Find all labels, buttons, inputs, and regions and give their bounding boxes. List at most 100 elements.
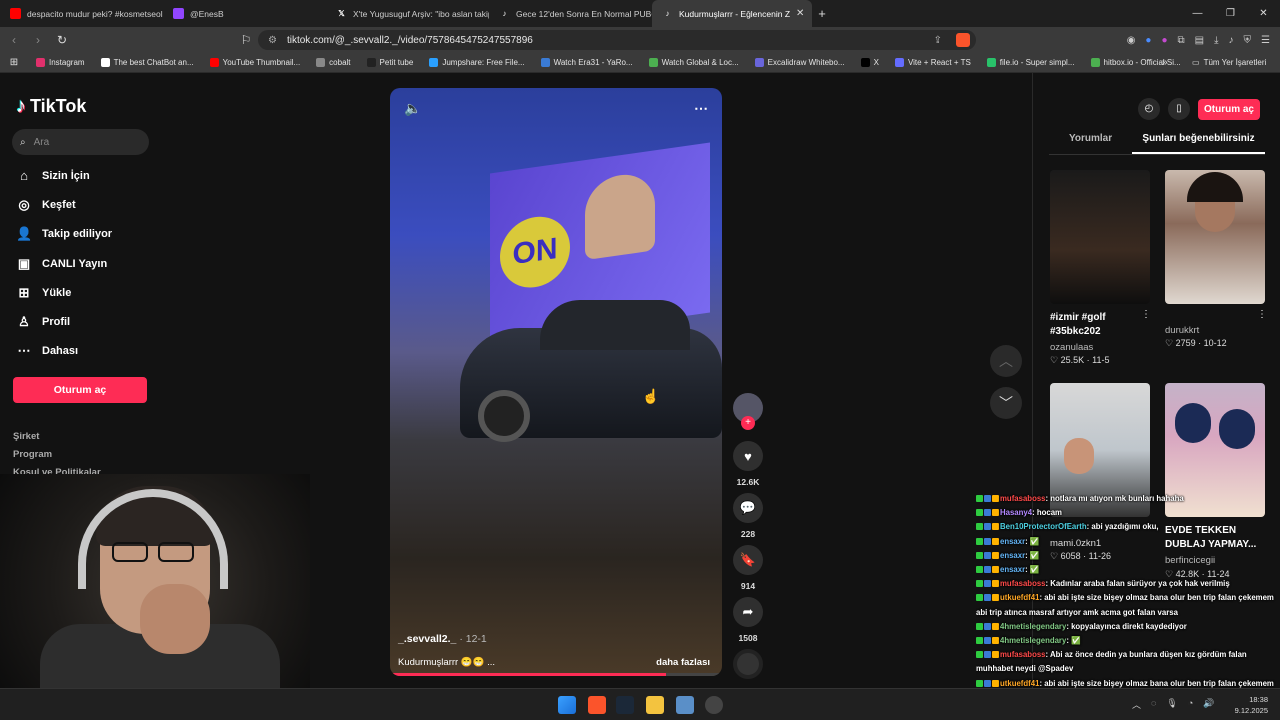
bookmark-item[interactable]: The best ChatBot an... [93,58,202,67]
tiktok-logo[interactable]: ♪ TikTok [16,95,86,118]
nav-item[interactable]: ▣ CANLI Yayın [16,256,107,272]
chat-username[interactable]: utkuefdf41 [1000,593,1039,602]
music-icon[interactable]: ♪ [1229,35,1234,46]
music-disc[interactable] [733,649,763,679]
chat-username[interactable]: utkuefdf41 [1000,679,1039,688]
close-tab-icon[interactable]: ✕ [796,8,804,19]
login-button[interactable]: Oturum aç [13,377,147,403]
extension-icon[interactable]: ● [1145,35,1151,46]
video-progress[interactable] [390,673,722,676]
next-video-button[interactable]: ﹀ [990,387,1022,419]
speaker-icon[interactable]: 🔊 [1203,698,1214,711]
nav-item[interactable]: 👤 Takip ediliyor [16,226,112,242]
menu-icon[interactable]: ☰ [1261,35,1270,46]
bookmarks-overflow[interactable]: » [1162,57,1168,68]
wifi-icon[interactable]: ◔ [1188,698,1193,711]
video-author[interactable]: _.sevvall2._ [398,633,456,645]
like-button[interactable]: ♥ 12.6K [733,441,763,487]
chat-username[interactable]: Hasany4 [1000,508,1032,517]
brave-browser-icon[interactable] [588,696,606,714]
bookmark-item[interactable]: Watch Global & Loc... [641,58,747,67]
more-link[interactable]: daha fazlası [656,657,710,668]
steam-icon[interactable] [616,696,634,714]
nav-item[interactable]: ⋯ Dahası [16,343,79,359]
chat-username[interactable]: mufasaboss [1000,650,1046,659]
search-input[interactable]: ⌕ Ara [12,129,149,155]
address-bar[interactable]: ⚙ tiktok.com/@_.sevvall2._/video/7578645… [258,30,976,50]
restore-icon[interactable]: ❐ [1214,0,1247,27]
browser-tab[interactable]: ♪ Kudurmuşlarrr - Eğlencenin Z ✕ [652,0,812,27]
chat-username[interactable]: ensaxr [1000,537,1025,546]
save-button[interactable]: 🔖 914 [733,545,763,591]
reload-icon[interactable]: ↻ [52,33,72,47]
back-icon[interactable]: ‹ [4,33,24,47]
brave-shield-icon[interactable] [956,33,970,47]
taskbar-clock[interactable]: 18:38 9.12.2025 [1235,694,1268,716]
share-button[interactable]: ➦ 1508 [733,597,763,643]
vpn-icon[interactable]: ⛨ [1244,35,1252,46]
browser-tab[interactable]: @EnesB [163,0,326,27]
bookmark-item[interactable]: Petit tube [359,58,422,67]
bookmark-item[interactable]: file.io - Super simpl... [979,58,1083,67]
download-icon[interactable]: ⤓ [1214,35,1218,46]
browser-tab[interactable]: ♪ Gece 12'den Sonra En Normal PUBG [489,0,653,27]
bookmark-item[interactable]: Excalidraw Whitebo... [747,58,853,67]
bookmark-item[interactable]: hitbox.io - Official Si... [1083,58,1189,67]
comment-button[interactable]: 💬 228 [733,493,763,539]
suggested-video-user[interactable]: durukkrt [1165,325,1199,336]
previous-video-button[interactable]: ︿ [990,345,1022,377]
video-more-icon[interactable]: ⋯ [694,100,708,117]
network-icon[interactable]: ◌ [1151,698,1156,711]
minimize-icon[interactable]: — [1181,0,1214,27]
mic-icon[interactable]: 🎙 [1166,698,1177,711]
chat-username[interactable]: Ben10ProtectorOfEarth [1000,522,1087,531]
bookmark-item[interactable]: X [853,58,887,67]
chat-username[interactable]: mufasaboss [1000,579,1046,588]
audio-icon[interactable]: ◉ [1127,35,1136,46]
bookmark-item[interactable]: Vite + React + TS [887,58,979,67]
video-options-icon[interactable]: ⋮ [1257,309,1267,320]
extension2-icon[interactable]: ● [1161,35,1167,46]
author-avatar[interactable]: + [733,393,763,430]
windows-start-icon[interactable] [558,696,576,714]
nav-item[interactable]: ⌂ Sizin İçin [16,168,90,183]
chat-username[interactable]: 4hmetislegendary [1000,622,1066,631]
video-player[interactable]: ON 🔈 ⋯ ☝ _.sevvall2._ · 12-1 Kudurmuşlar… [390,88,722,676]
follow-plus-icon[interactable]: + [741,416,755,430]
nav-item[interactable]: ◎ Keşfet [16,197,75,213]
nav-item[interactable]: ⊞ Yükle [16,285,72,301]
bookmark-item[interactable]: Instagram [28,58,93,67]
right-login-button[interactable]: Oturum aç [1197,98,1260,120]
video-options-icon[interactable]: ⋮ [1141,309,1151,320]
new-tab-button[interactable]: + [812,6,832,21]
suggested-video-title[interactable]: #izmir #golf #35bkc202 [1050,311,1150,339]
bookmark-item[interactable]: Jumpshare: Free File... [421,58,532,67]
coins-icon[interactable]: ◴ [1137,98,1160,120]
bookmark-item[interactable]: Watch Era31 - YaRo... [533,58,641,67]
phone-icon[interactable]: ▯ [1167,98,1190,120]
footer-link[interactable]: Şirket [13,431,39,442]
chat-username[interactable]: 4hmetislegendary [1000,636,1066,645]
suggested-video-thumb[interactable] [1050,170,1150,304]
tab-suggested[interactable]: Şunları beğenebilirsiniz [1132,133,1265,154]
site-info-icon[interactable]: ⚙ [268,35,277,46]
tray-expand-icon[interactable]: ︿ [1132,698,1141,711]
forward-icon[interactable]: › [28,33,48,47]
chat-username[interactable]: mufasaboss [1000,494,1046,503]
chat-username[interactable]: ensaxr [1000,551,1025,560]
sidebar-icon[interactable]: ▤ [1195,35,1204,46]
suggested-video-thumb[interactable] [1165,170,1265,304]
bookmark-item[interactable]: cobalt [308,58,358,67]
app-icon[interactable] [676,696,694,714]
extensions-icon[interactable]: ⧉ [1178,35,1185,46]
chat-username[interactable]: ensaxr [1000,565,1025,574]
bookmark-page-icon[interactable]: ⚐ [236,33,256,47]
browser-tab[interactable]: 𝕏 X'te Yugusuguf Arşiv: "ibo aslan takip [326,0,489,27]
bookmark-item[interactable]: YouTube Thumbnail... [202,58,309,67]
tab-comments[interactable]: Yorumlar [1049,133,1132,154]
file-explorer-icon[interactable] [646,696,664,714]
suggested-video-user[interactable]: ozanulaas [1050,342,1093,353]
browser-tab[interactable]: despacito mudur peki? #kosmetseolu [0,0,163,27]
all-bookmarks[interactable]: ▭ Tüm Yer İşaretleri [1192,58,1266,67]
footer-link[interactable]: Program [13,449,52,460]
